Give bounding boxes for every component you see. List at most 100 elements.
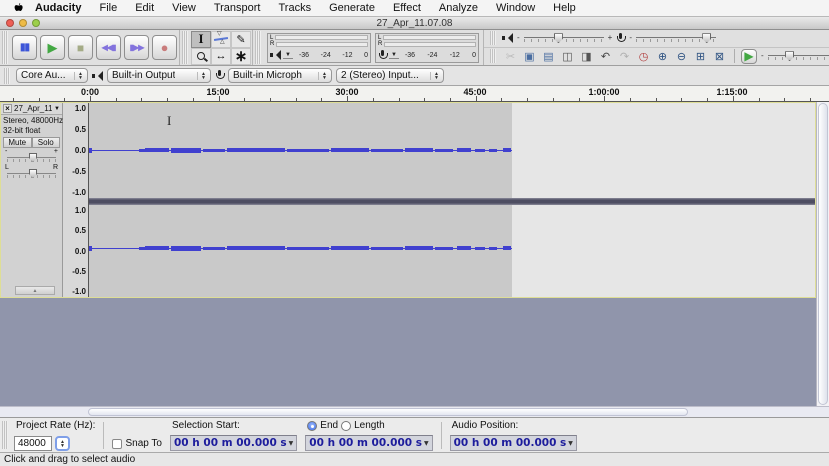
pause-button[interactable]: ▮▮ [12, 35, 37, 60]
fast-forward-icon: ▮▶▶ [130, 43, 144, 52]
audio-clip-left[interactable] [89, 103, 512, 198]
menu-item-audacity[interactable]: Audacity [26, 2, 90, 14]
input-meter[interactable]: L R ▼ -36-24-120 [375, 33, 479, 63]
field-dropdown-icon[interactable]: ▼ [568, 440, 573, 447]
selection-end-field[interactable]: 00 h 00 m 00.000 s ▼ [305, 435, 432, 451]
project-rate-stepper[interactable]: ▲▼ [55, 436, 70, 451]
track-area-background[interactable]: × 27_Apr_11. ▼ Stereo, 48000Hz 32-bit fl… [0, 102, 829, 406]
meter-toolbar-grip[interactable] [255, 31, 261, 64]
copy-button[interactable]: ▣ [521, 49, 538, 64]
device-toolbar-grip[interactable] [4, 68, 10, 84]
waveform-channel-right[interactable] [89, 205, 815, 297]
waveform-area[interactable]: I [89, 103, 815, 297]
timeshift-tool-button[interactable]: ↔ [211, 48, 231, 65]
play-button[interactable]: ▶ [40, 35, 65, 60]
ruler-time-label: 1:00:00 [588, 87, 619, 97]
trim-button[interactable]: ◫ [559, 49, 576, 64]
fit-project-button[interactable]: ⊠ [711, 49, 728, 64]
skip-to-start-button[interactable]: ◀◀▮ [96, 35, 121, 60]
mixer-toolbar-grip[interactable] [490, 31, 496, 45]
waveform-segment [405, 246, 433, 250]
input-channels-select[interactable]: 2 (Stereo) Input... ▲▼ [336, 68, 444, 83]
menu-item-edit[interactable]: Edit [126, 2, 163, 14]
waveform-channel-left[interactable]: I [89, 103, 815, 198]
zoom-window-button[interactable] [32, 19, 40, 27]
end-radio[interactable] [307, 421, 317, 431]
output-meter-dropdown[interactable]: ▼ [283, 52, 293, 59]
timeshift-icon: ↔ [216, 50, 227, 62]
solo-button[interactable]: Solo [32, 137, 61, 148]
skip-to-end-button[interactable]: ▮▶▶ [124, 35, 149, 60]
waveform-segment [287, 149, 329, 152]
selection-tool-button[interactable]: I [191, 31, 211, 48]
sync-lock-button[interactable]: ◷ [635, 49, 652, 64]
ruler-tick [527, 98, 528, 101]
transport-toolbar-grip[interactable] [2, 31, 8, 64]
audio-position-field[interactable]: 00 h 00 m 00.000 s ▼ [450, 435, 577, 451]
menu-item-view[interactable]: View [163, 2, 205, 14]
multi-tool-button[interactable]: ∗ [231, 48, 251, 65]
horizontal-scrollbar[interactable] [0, 406, 829, 417]
close-track-button[interactable]: × [3, 104, 12, 113]
menu-item-tracks[interactable]: Tracks [270, 2, 321, 14]
menu-item-window[interactable]: Window [487, 2, 544, 14]
audio-track[interactable]: × 27_Apr_11. ▼ Stereo, 48000Hz 32-bit fl… [0, 102, 816, 298]
output-volume-slider[interactable] [524, 33, 604, 43]
audio-clip-right[interactable] [89, 205, 512, 297]
field-dropdown-icon[interactable]: ▼ [424, 440, 429, 447]
record-button[interactable]: ● [152, 35, 177, 60]
mute-button[interactable]: Mute [3, 137, 32, 148]
volume-max-label: + [608, 34, 613, 42]
vertical-scrollbar-thumb[interactable] [818, 103, 828, 405]
pan-slider[interactable]: L R [7, 168, 56, 180]
apple-menu-icon[interactable] [10, 2, 26, 14]
timeline-ruler[interactable]: 0:0015:0030:0045:001:00:001:15:00 [0, 86, 829, 102]
stop-button[interactable]: ■ [68, 35, 93, 60]
playback-speed-slider[interactable] [768, 51, 829, 61]
vertical-scale-ruler[interactable]: 1.00.50.0-0.5-1.0 1.00.50.0-0.5-1.0 [63, 103, 89, 297]
paste-button[interactable]: ▤ [540, 49, 557, 64]
cut-button[interactable]: ✂ [502, 49, 519, 64]
menu-item-generate[interactable]: Generate [320, 2, 384, 14]
vertical-scrollbar[interactable] [816, 102, 829, 406]
fit-selection-button[interactable]: ⊞ [692, 49, 709, 64]
silence-button[interactable]: ◨ [578, 49, 595, 64]
horizontal-scrollbar-thumb[interactable] [88, 408, 688, 416]
field-dropdown-icon[interactable]: ▼ [289, 440, 294, 447]
redo-button[interactable]: ↷ [616, 49, 633, 64]
menu-item-effect[interactable]: Effect [384, 2, 430, 14]
zoom-tool-button[interactable] [191, 48, 211, 65]
output-meter[interactable]: L R ▼ -36-24-120 [267, 33, 371, 63]
menu-item-file[interactable]: File [90, 2, 126, 14]
input-meter-dropdown[interactable]: ▼ [389, 52, 399, 59]
track-menu-dropdown[interactable]: ▼ [54, 106, 60, 112]
envelope-tool-button[interactable]: ▽△ [211, 31, 231, 48]
waveform-segment [145, 148, 169, 152]
undo-button[interactable]: ↶ [597, 49, 614, 64]
title-bar[interactable]: 27_Apr_11.07.08 [0, 17, 829, 30]
zoom-out-button[interactable]: ⊖ [673, 49, 690, 64]
play-at-speed-button[interactable]: ▶ [741, 49, 757, 64]
output-device-select[interactable]: Built-in Output ▲▼ [107, 68, 211, 83]
collapse-track-button[interactable]: ▲ [15, 286, 55, 295]
snap-to-checkbox[interactable] [112, 439, 122, 449]
ruler-time-label: 15:00 [206, 87, 229, 97]
length-radio[interactable] [341, 421, 351, 431]
edit-toolbar-grip[interactable] [490, 49, 496, 63]
menu-item-transport[interactable]: Transport [205, 2, 270, 14]
input-device-select[interactable]: Built-in Microph ▲▼ [228, 68, 332, 83]
project-rate-input[interactable]: 48000 [14, 436, 52, 451]
tools-toolbar-grip[interactable] [182, 31, 188, 64]
selection-start-field[interactable]: 00 h 00 m 00.000 s ▼ [170, 435, 297, 451]
draw-tool-button[interactable]: ✎ [231, 31, 251, 48]
close-window-button[interactable] [6, 19, 14, 27]
selection-toolbar-grip[interactable] [2, 421, 8, 449]
envelope-tool-icon: ▽△ [214, 33, 228, 45]
audio-host-select[interactable]: Core Au... ▲▼ [16, 68, 88, 83]
gain-slider[interactable]: - + [7, 152, 56, 164]
minimize-window-button[interactable] [19, 19, 27, 27]
zoom-in-button[interactable]: ⊕ [654, 49, 671, 64]
menu-item-help[interactable]: Help [544, 2, 585, 14]
menu-item-analyze[interactable]: Analyze [430, 2, 487, 14]
input-volume-slider[interactable] [636, 33, 716, 43]
